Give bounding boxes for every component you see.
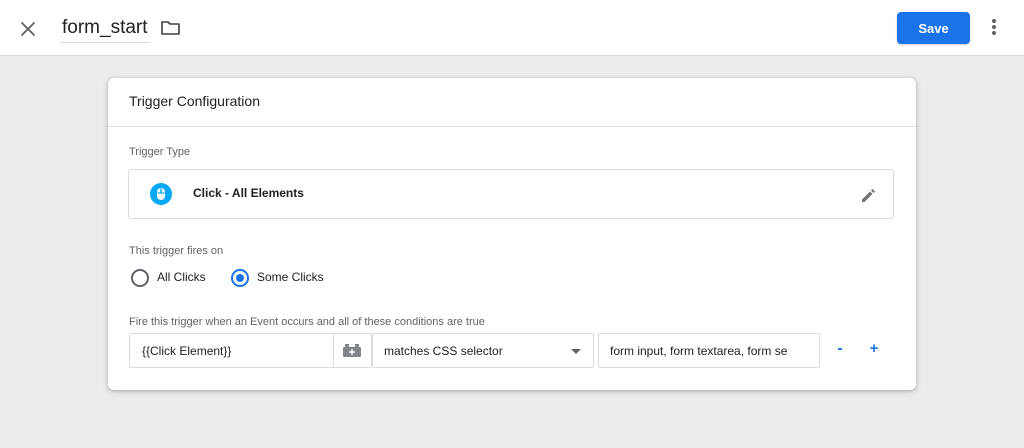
add-condition-button[interactable]: + xyxy=(866,340,882,360)
save-button[interactable]: Save xyxy=(897,12,970,44)
conditions-label: Fire this trigger when an Event occurs a… xyxy=(129,316,485,328)
trigger-configuration-card: Trigger Configuration Trigger Type Click… xyxy=(108,78,916,390)
fires-on-label: This trigger fires on xyxy=(129,245,224,257)
chevron-down-icon xyxy=(571,349,581,354)
condition-value-field[interactable]: form input, form textarea, form se xyxy=(598,333,820,368)
more-vert-icon[interactable] xyxy=(986,17,1002,39)
edit-icon[interactable] xyxy=(859,186,877,204)
condition-variable-value: {{Click Element}} xyxy=(142,344,232,358)
tag-name-field[interactable]: form_start xyxy=(60,14,150,43)
mouse-icon xyxy=(150,183,172,205)
condition-operator-value: matches CSS selector xyxy=(384,344,503,358)
radio-circle[interactable] xyxy=(231,269,249,287)
variable-picker-icon[interactable] xyxy=(339,342,365,360)
radio-label: Some Clicks xyxy=(257,270,324,284)
trigger-type-label: Trigger Type xyxy=(129,146,191,158)
trigger-type-selector[interactable]: Click - All Elements xyxy=(128,169,894,219)
condition-variable-field[interactable]: {{Click Element}} xyxy=(129,333,372,368)
condition-value-text: form input, form textarea, form se xyxy=(610,344,788,358)
trigger-type-name: Click - All Elements xyxy=(193,186,304,200)
radio-label: All Clicks xyxy=(157,270,206,284)
condition-operator-select[interactable]: matches CSS selector xyxy=(372,333,594,368)
card-title: Trigger Configuration xyxy=(129,93,260,109)
divider xyxy=(333,334,334,367)
folder-icon[interactable] xyxy=(160,18,182,38)
top-bar: form_start Save xyxy=(0,0,1024,56)
remove-condition-button[interactable]: - xyxy=(832,340,848,360)
close-icon[interactable] xyxy=(17,18,39,40)
radio-circle[interactable] xyxy=(131,269,149,287)
divider xyxy=(108,126,916,127)
